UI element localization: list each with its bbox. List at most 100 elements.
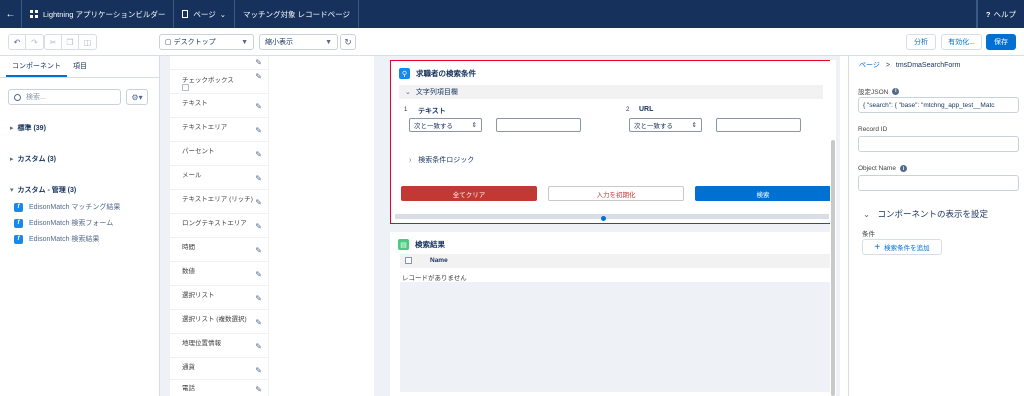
select-all-checkbox[interactable] <box>405 257 412 264</box>
scroll-thumb[interactable] <box>831 140 835 396</box>
pencil-icon[interactable]: ✎ <box>255 126 262 135</box>
view-select[interactable]: 縮小表示 ▼ <box>259 34 338 50</box>
field-row[interactable]: 地理位置情報 ✎ <box>170 334 268 358</box>
record-id-input[interactable] <box>858 136 1019 152</box>
pencil-icon[interactable]: ✎ <box>255 318 262 327</box>
chevron-right-icon: › <box>409 157 412 164</box>
field-row[interactable]: パーセント ✎ <box>170 142 268 166</box>
tab-fields[interactable]: 項目 <box>67 56 93 77</box>
visibility-section-toggle[interactable]: ⌄ コンポーネントの表示を設定 <box>863 208 988 220</box>
field-row[interactable]: 選択リスト ✎ <box>170 286 268 310</box>
app-header: ← Lightning アプリケーションビルダー ページ ⌄ マッチング対象 レ… <box>0 0 1024 28</box>
page-menu-label: ページ <box>193 9 216 19</box>
device-select[interactable]: ▢ デスクトップ ▼ <box>159 34 254 50</box>
pencil-icon[interactable]: ✎ <box>255 198 262 207</box>
text-value-input[interactable] <box>496 118 581 132</box>
save-button[interactable]: 保存 <box>986 34 1016 50</box>
chevron-down-icon: ▼ <box>325 38 332 46</box>
delete-icon[interactable]: ◫ <box>79 35 96 49</box>
pencil-icon[interactable]: ✎ <box>255 72 262 81</box>
redo-icon[interactable]: ↷ <box>26 35 43 49</box>
add-condition-button[interactable]: + 検索条件を追加 <box>862 239 942 255</box>
field-row[interactable]: メール ✎ <box>170 166 268 190</box>
pencil-icon[interactable]: ✎ <box>255 342 262 351</box>
results-table-header: Name <box>400 254 830 268</box>
string-fields-accordion[interactable]: ⌄ 文字列項目欄 <box>399 85 823 99</box>
field-row[interactable]: テキスト ✎ <box>170 94 268 118</box>
pencil-icon[interactable]: ✎ <box>255 102 262 111</box>
chevron-down-icon: ▼ <box>241 38 248 46</box>
undo-icon[interactable]: ↶ <box>9 35 26 49</box>
field-row[interactable]: テキストエリア (リッチ) ✎ <box>170 190 268 214</box>
breadcrumb-page-link[interactable]: ページ <box>859 62 880 69</box>
search-button[interactable]: 検索 <box>695 186 831 201</box>
component-search-input[interactable]: 検索... <box>8 89 121 105</box>
record-field-list: ✎ チェックボックス ✎ テキスト ✎ テキストエリア ✎ パーセント ✎ メール ✎ … <box>170 56 268 396</box>
field-row[interactable]: 電話 ✎ <box>170 380 268 396</box>
copy-icon[interactable]: ❐ <box>62 35 79 49</box>
info-icon[interactable]: i <box>892 87 900 95</box>
app-title: Lightning アプリケーションビルダー <box>22 0 175 28</box>
pencil-icon[interactable]: ✎ <box>255 366 262 375</box>
search-results-card[interactable]: ▤ 検索結果 Name レコードがありません <box>390 232 832 396</box>
field-row[interactable]: 時間 ✎ <box>170 238 268 262</box>
pencil-icon[interactable]: ✎ <box>255 385 262 394</box>
component-item[interactable]: f EdisonMatch 検索フォーム <box>14 218 113 228</box>
field-row[interactable]: ロングテキストエリア ✎ <box>170 214 268 238</box>
field-row[interactable]: 選択リスト (複数選択) ✎ <box>170 310 268 334</box>
chevron-right-icon: ▸ <box>10 125 14 132</box>
pencil-icon[interactable]: ✎ <box>255 294 262 303</box>
text-operator-select[interactable]: 次と一致する ⇕ <box>409 118 482 132</box>
search-form-card[interactable]: ⚲ 求職者の検索条件 ⌄ 文字列項目欄 1 テキスト 次と一致する ⇕ 2 UR… <box>390 60 832 224</box>
page-menu[interactable]: ページ ⌄ <box>174 0 236 28</box>
url-operator-select[interactable]: 次と一致する ⇕ <box>629 118 702 132</box>
cut-icon[interactable]: ✂ <box>45 35 62 49</box>
clear-all-button[interactable]: 全てクリア <box>401 186 537 201</box>
section-standard[interactable]: ▸ 標準 (39) <box>10 123 46 133</box>
component-label: EdisonMatch 検索結果 <box>29 236 100 243</box>
section-custom-managed[interactable]: ▾ カスタム - 管理 (3) <box>10 185 76 195</box>
section-custom[interactable]: ▸ カスタム (3) <box>10 154 56 164</box>
pencil-icon[interactable]: ✎ <box>255 150 262 159</box>
pencil-icon[interactable]: ✎ <box>255 58 262 67</box>
settings-menu-button[interactable]: ⚙▾ <box>126 89 148 105</box>
record-id-label-text: Record ID <box>858 126 888 133</box>
add-condition-label: 検索条件を追加 <box>884 245 930 252</box>
panel-gutter <box>374 56 384 396</box>
drop-handle[interactable] <box>601 216 606 221</box>
component-item[interactable]: f EdisonMatch 検索結果 <box>14 234 99 244</box>
back-button[interactable]: ← <box>0 0 22 28</box>
search-logic-toggle[interactable]: › 検索条件ロジック <box>409 155 474 165</box>
field-row[interactable]: テキストエリア ✎ <box>170 118 268 142</box>
column-header-name[interactable]: Name <box>430 257 448 264</box>
pencil-icon[interactable]: ✎ <box>255 246 262 255</box>
visibility-title-text: コンポーネントの表示を設定 <box>877 209 989 219</box>
help-button[interactable]: ? ヘルプ <box>976 0 1024 28</box>
analyze-button[interactable]: 分析 <box>906 34 936 50</box>
field-label-text: テキスト <box>418 108 446 115</box>
field-row[interactable]: 通貨 ✎ <box>170 358 268 380</box>
object-name-input[interactable] <box>858 175 1019 191</box>
url-field-label: URL <box>639 106 654 113</box>
undo-redo-group: ↶ ↷ <box>8 34 44 50</box>
url-value-input[interactable] <box>716 118 801 132</box>
horizontal-scrollbar[interactable] <box>395 214 829 219</box>
refresh-button[interactable]: ↻ <box>340 34 356 50</box>
search-placeholder: 検索... <box>26 94 46 101</box>
pencil-icon[interactable]: ✎ <box>255 174 262 183</box>
reset-input-button[interactable]: 入力を初期化 <box>548 186 684 201</box>
field-row[interactable]: チェックボックス ✎ <box>170 70 268 94</box>
canvas-scrollbar[interactable] <box>830 60 836 396</box>
pencil-icon[interactable]: ✎ <box>255 270 262 279</box>
results-empty-area <box>400 282 830 392</box>
field-label: メール <box>182 172 202 179</box>
tab-components[interactable]: コンポーネント <box>6 56 67 77</box>
component-item[interactable]: f EdisonMatch マッチング結果 <box>14 202 120 212</box>
field-row[interactable]: 数値 ✎ <box>170 262 268 286</box>
info-icon[interactable]: i <box>899 165 907 172</box>
question-icon: ? <box>985 9 991 19</box>
settings-json-input[interactable]: { "search": { "base": "mtchng_app_test__… <box>858 97 1019 113</box>
activate-button[interactable]: 有効化... <box>941 34 982 50</box>
updown-icon: ⇕ <box>471 122 477 129</box>
pencil-icon[interactable]: ✎ <box>255 222 262 231</box>
